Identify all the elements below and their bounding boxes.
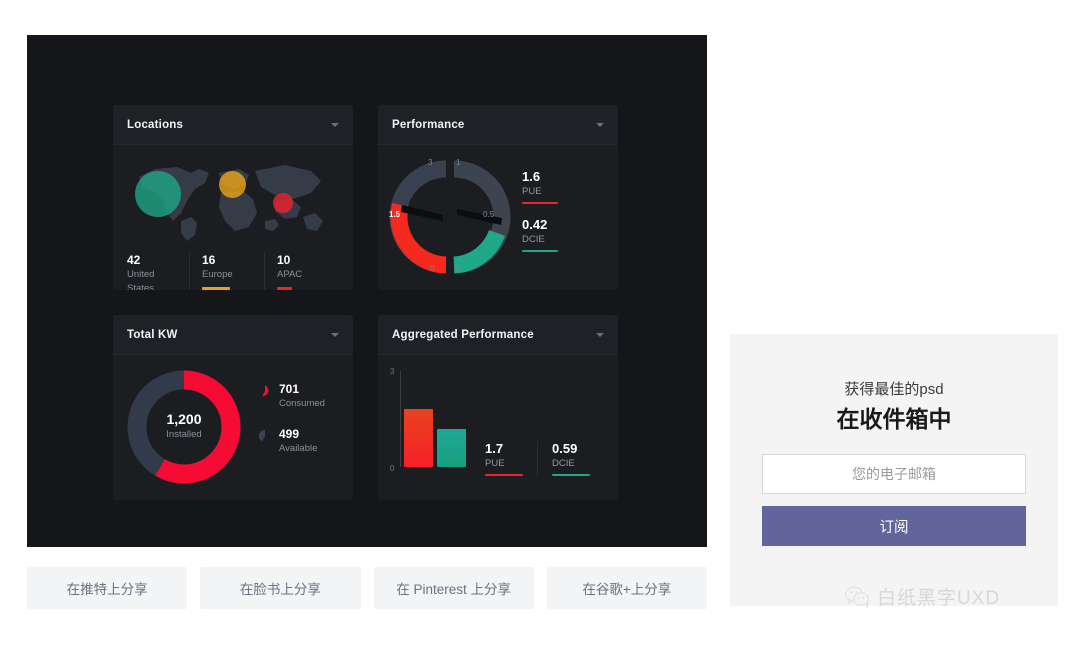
dashboard-preview-panel: Locations 42 United States 16 Europe 10 … bbox=[27, 35, 707, 547]
stat-europe: 16 Europe bbox=[189, 253, 264, 290]
card-header-locations: Locations bbox=[113, 105, 353, 145]
location-stats: 42 United States 16 Europe 10 APAC bbox=[125, 253, 341, 290]
stat-value: 16 bbox=[202, 253, 216, 267]
donut-total-label: Installed bbox=[166, 429, 202, 440]
bar-chart-aggregated: 3 0 bbox=[384, 367, 480, 479]
card-header-performance: Performance bbox=[378, 105, 618, 145]
bar-pue bbox=[404, 409, 433, 467]
stat-bar bbox=[202, 287, 231, 290]
y-axis-bottom-label: 0 bbox=[390, 464, 395, 473]
card-aggregated-performance: Aggregated Performance 3 0 1.7 PUE 0.59 … bbox=[378, 315, 618, 500]
chevron-down-icon[interactable] bbox=[596, 122, 604, 127]
card-title-aggregated: Aggregated Performance bbox=[392, 328, 534, 341]
card-body-performance: 3 1.5 0 1 0.5 0 1.6 PUE 0.42 DCIE bbox=[378, 145, 618, 290]
stat-label: APAC bbox=[277, 269, 303, 280]
subscribe-panel: 获得最佳的psd 在收件箱中 订阅 bbox=[730, 334, 1058, 606]
agg-underline bbox=[485, 474, 523, 476]
legend-item-available: 499 Available bbox=[259, 427, 325, 456]
donut-total-value: 1,200 bbox=[166, 411, 202, 427]
map-bubble-apac bbox=[273, 193, 293, 213]
card-body-total-kw: 1,200 Installed 701 Consumed 499 Availab… bbox=[113, 355, 353, 500]
kpi-label: PUE bbox=[522, 185, 542, 197]
y-axis bbox=[400, 371, 401, 467]
stat-label: Europe bbox=[202, 269, 233, 280]
kpi-value: 0.42 bbox=[522, 216, 548, 232]
aggregated-kpis: 1.7 PUE 0.59 DCIE bbox=[471, 441, 604, 476]
total-kw-legend: 701 Consumed 499 Available bbox=[259, 382, 325, 472]
map-bubble-europe bbox=[219, 171, 246, 198]
share-button-row: 在推特上分享 在脸书上分享 在 Pinterest 上分享 在谷歌+上分享 bbox=[27, 567, 707, 609]
card-locations: Locations 42 United States 16 Europe 10 … bbox=[113, 105, 353, 290]
legend-value: 499 bbox=[279, 426, 300, 441]
kpi-dcie: 0.42 DCIE bbox=[522, 217, 558, 252]
gauge-tick-left-mid: 1.5 bbox=[389, 209, 401, 219]
y-axis-top-label: 3 bbox=[390, 367, 395, 376]
performance-kpis: 1.6 PUE 0.42 DCIE bbox=[522, 169, 558, 265]
bar-dcie bbox=[437, 429, 466, 467]
kpi-label: DCIE bbox=[522, 233, 545, 245]
kpi-underline bbox=[522, 201, 558, 204]
pie-slice-icon bbox=[262, 384, 269, 396]
card-body-aggregated: 3 0 1.7 PUE 0.59 DCIE bbox=[378, 355, 618, 500]
wechat-icon bbox=[845, 585, 869, 608]
gauge-tick-right-mid: 0.5 bbox=[483, 209, 495, 219]
stat-apac: 10 APAC bbox=[264, 253, 339, 290]
stat-label: United States bbox=[127, 269, 155, 290]
agg-kpi-dcie: 0.59 DCIE bbox=[537, 441, 604, 476]
map-bubble-united-states bbox=[135, 171, 181, 217]
share-googleplus-button[interactable]: 在谷歌+上分享 bbox=[546, 567, 707, 609]
card-header-total-kw: Total KW bbox=[113, 315, 353, 355]
agg-value: 1.7 bbox=[485, 441, 504, 456]
watermark: 白纸黑字UXD bbox=[845, 583, 1000, 610]
gauge-tick-left-top: 3 bbox=[428, 157, 433, 167]
share-twitter-button[interactable]: 在推特上分享 bbox=[27, 567, 188, 609]
agg-label: PUE bbox=[485, 458, 505, 469]
legend-item-consumed: 701 Consumed bbox=[259, 382, 325, 411]
agg-label: DCIE bbox=[552, 458, 575, 469]
email-input[interactable] bbox=[762, 454, 1026, 494]
card-title-performance: Performance bbox=[392, 118, 465, 131]
share-facebook-button[interactable]: 在脸书上分享 bbox=[200, 567, 361, 609]
dashboard-card-grid: Locations 42 United States 16 Europe 10 … bbox=[113, 105, 618, 500]
subscribe-kicker: 获得最佳的psd bbox=[844, 381, 944, 398]
gauge-tick-right-top: 1 bbox=[456, 157, 461, 167]
agg-kpi-pue: 1.7 PUE bbox=[471, 441, 537, 476]
watermark-text: 白纸黑字UXD bbox=[877, 588, 1001, 609]
pie-slice-icon bbox=[259, 429, 265, 441]
card-title-total-kw: Total KW bbox=[127, 328, 178, 341]
world-map bbox=[125, 155, 341, 243]
chevron-down-icon[interactable] bbox=[596, 332, 604, 337]
legend-label: Available bbox=[279, 442, 318, 454]
kpi-pue: 1.6 PUE bbox=[522, 169, 558, 204]
legend-value: 701 bbox=[279, 381, 300, 396]
share-pinterest-button[interactable]: 在 Pinterest 上分享 bbox=[373, 567, 534, 609]
stat-bar bbox=[277, 287, 293, 290]
kpi-value: 1.6 bbox=[522, 168, 541, 184]
chevron-down-icon[interactable] bbox=[331, 332, 339, 337]
card-total-kw: Total KW 1,200 Installed 701 Consumed 49… bbox=[113, 315, 353, 500]
kpi-underline bbox=[522, 249, 558, 252]
subscribe-button[interactable]: 订阅 bbox=[762, 506, 1026, 546]
agg-value: 0.59 bbox=[552, 441, 578, 456]
gauge-tick-right-bottom: 0 bbox=[456, 263, 461, 273]
card-header-aggregated: Aggregated Performance bbox=[378, 315, 618, 355]
gauge-arcs bbox=[389, 160, 511, 273]
stat-value: 42 bbox=[127, 253, 141, 267]
subscribe-title: 在收件箱中 bbox=[836, 406, 952, 432]
chevron-down-icon[interactable] bbox=[331, 122, 339, 127]
legend-label: Consumed bbox=[279, 397, 325, 409]
agg-underline bbox=[552, 474, 590, 476]
stat-united-states: 42 United States bbox=[127, 253, 189, 290]
dual-gauge-chart: 3 1.5 0 1 0.5 0 bbox=[384, 157, 516, 277]
card-body-locations: 42 United States 16 Europe 10 APAC bbox=[113, 145, 353, 290]
gauge-tick-left-bottom: 0 bbox=[430, 263, 435, 273]
card-title-locations: Locations bbox=[127, 118, 184, 131]
stat-value: 10 bbox=[277, 253, 291, 267]
donut-center-labels: 1,200 Installed bbox=[123, 366, 245, 488]
donut-chart-total-kw: 1,200 Installed bbox=[123, 366, 245, 488]
page-root: Locations 42 United States 16 Europe 10 … bbox=[0, 0, 1080, 651]
card-performance: Performance 3 1.5 0 1 0.5 0 1.6 PUE 0.42… bbox=[378, 105, 618, 290]
